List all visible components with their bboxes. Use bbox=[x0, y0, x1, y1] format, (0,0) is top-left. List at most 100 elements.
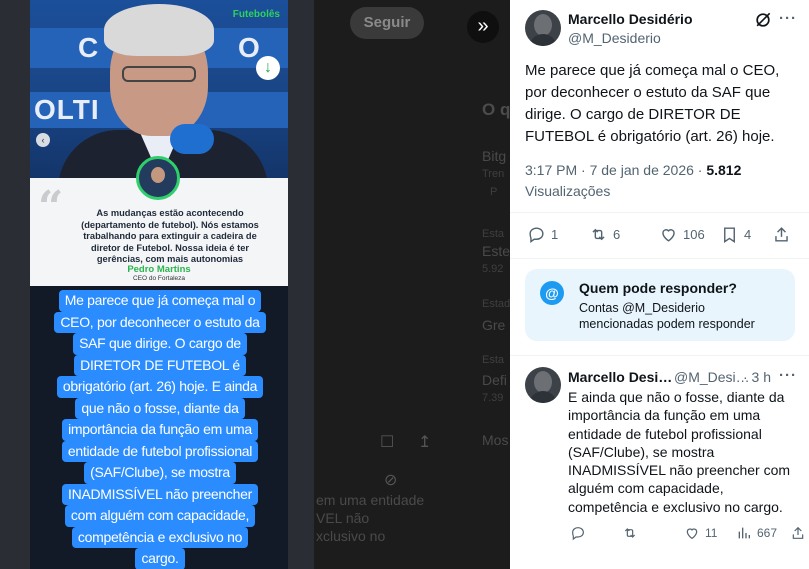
tweet-panel: Marcello Desidério @M_Desiderio ··· Me p… bbox=[510, 0, 809, 569]
quoted-person-avatar bbox=[136, 156, 180, 200]
background-page: Seguir O q Bitg Tren P Esta Este 5.92 Es… bbox=[314, 0, 510, 569]
bg-fragment: xclusivo no bbox=[316, 528, 386, 544]
bg-fragment: Este bbox=[482, 243, 510, 259]
story-text-line: importância da função em uma bbox=[62, 419, 258, 441]
divider bbox=[510, 258, 809, 259]
story-text-line: Me parece que já começa mal o bbox=[58, 290, 262, 312]
bookmark-icon bbox=[724, 227, 735, 243]
mention-icon: @ bbox=[540, 281, 564, 305]
bg-fragment: 7.39 bbox=[482, 392, 504, 404]
bg-fragment: Estadi bbox=[482, 298, 510, 310]
bg-fragment: em uma entidade bbox=[316, 492, 425, 508]
reply-actions: 11 667 bbox=[568, 525, 804, 545]
like-button[interactable]: 11 bbox=[684, 525, 717, 541]
reply-restriction-description: Contas @M_Desiderio mencionadas podem re… bbox=[579, 301, 755, 331]
reply-age[interactable]: · 3 h bbox=[743, 369, 771, 385]
share-button[interactable] bbox=[790, 525, 806, 541]
reply-icon bbox=[572, 527, 584, 541]
reply-author-handle[interactable]: @M_Desi… bbox=[674, 369, 750, 385]
heart-icon bbox=[662, 229, 675, 242]
bg-fragment: P bbox=[490, 186, 498, 198]
reply-button[interactable]: 1 bbox=[527, 225, 558, 244]
story-text-line: CEO, por deconhecer o estuto da bbox=[54, 311, 266, 333]
quote-card: “ As mudanças estão acontecendo (departa… bbox=[30, 156, 288, 286]
author-handle[interactable]: @M_Desiderio bbox=[568, 30, 661, 46]
bookmark-button[interactable]: 4 bbox=[720, 225, 751, 244]
share-icon bbox=[775, 227, 788, 242]
analytics-icon bbox=[738, 527, 750, 539]
bookmark-icon: ☐ bbox=[380, 434, 395, 451]
reply-author-name[interactable]: Marcello Desi… bbox=[568, 369, 672, 385]
bg-fragment: Defi bbox=[482, 372, 507, 388]
story-text-line: (SAF/Clube), se mostra bbox=[84, 462, 236, 484]
story-text-line: DIRETOR DE FUTEBOL é bbox=[74, 354, 246, 376]
like-button[interactable]: 106 bbox=[659, 225, 705, 244]
bookmark-count: 4 bbox=[744, 227, 752, 242]
bg-fragment: Tren bbox=[482, 168, 505, 180]
reply-restriction-title: Quem pode responder? bbox=[579, 280, 737, 296]
views-count: 667 bbox=[757, 526, 778, 540]
like-count: 11 bbox=[705, 526, 718, 540]
bg-fragment: Bitg bbox=[482, 148, 507, 164]
quote-text: As mudanças estão acontecendo (departame… bbox=[81, 208, 259, 264]
bg-fragment: Esta bbox=[482, 354, 505, 366]
repost-count: 6 bbox=[613, 227, 621, 242]
story-text-line: que não o fosse, diante da bbox=[75, 397, 245, 419]
press-conference-photo: C O OLTI Futebolês ↓ ‹ bbox=[30, 0, 288, 178]
bg-fragment: Mos bbox=[482, 432, 509, 448]
tweet-text: Me parece que já começa mal o CEO, por d… bbox=[525, 62, 780, 145]
reply-text: E ainda que não o fosse, diante da impor… bbox=[568, 389, 791, 515]
divider bbox=[510, 212, 809, 213]
quote-role: CEO do Fortaleza bbox=[132, 275, 186, 282]
views-button[interactable]: 667 bbox=[736, 525, 777, 541]
quote-name: Pedro Martins bbox=[127, 264, 191, 275]
repost-button[interactable]: 6 bbox=[589, 225, 620, 244]
bg-fragment: Gre bbox=[482, 317, 506, 333]
story-text-line: entidade de futebol profissional bbox=[61, 440, 259, 462]
reply-restriction-notice: @ Quem pode responder? Contas @M_Desider… bbox=[525, 269, 795, 341]
tweet-meta: 3:17 PM · 7 de jan de 2026 · 5.812 Visua… bbox=[525, 160, 795, 202]
repost-icon bbox=[624, 528, 636, 538]
author-name[interactable]: Marcello Desidério bbox=[568, 11, 693, 27]
author-avatar[interactable] bbox=[525, 10, 561, 46]
tweet-actions: 1 6 106 4 bbox=[525, 225, 795, 249]
follow-button[interactable]: Seguir bbox=[350, 7, 424, 39]
more-options-icon[interactable]: ··· bbox=[779, 10, 797, 27]
story-text-line: INADMISSÍVEL não preencher bbox=[62, 483, 258, 505]
tweet-timestamp[interactable]: 3:17 PM · 7 de jan de 2026 · bbox=[525, 162, 706, 178]
grok-icon: ⊘ bbox=[384, 472, 398, 489]
bg-fragment: VEL não bbox=[316, 510, 370, 526]
story-text-line: competência e exclusivo no bbox=[71, 526, 249, 548]
expand-panel-button[interactable]: » bbox=[467, 11, 499, 43]
media-viewer: C O OLTI Futebolês ↓ ‹ “ As mudanças est… bbox=[0, 0, 314, 569]
microphone bbox=[170, 124, 214, 154]
previous-icon[interactable]: ‹ bbox=[36, 133, 50, 147]
story-text-line: SAF que dirige. O cargo de bbox=[73, 333, 247, 355]
story-text-area: Me parece que já começa mal o CEO, por de… bbox=[30, 286, 288, 569]
share-icon bbox=[792, 526, 804, 539]
bg-fragment: Esta bbox=[482, 228, 505, 240]
views-count: 5.812 bbox=[706, 162, 742, 178]
grok-icon[interactable] bbox=[753, 10, 773, 30]
bg-fragment: 5.92 bbox=[482, 263, 504, 275]
views-label: Visualizações bbox=[525, 183, 611, 199]
story-text-bubble: Me parece que já começa mal o CEO, por de… bbox=[52, 290, 268, 569]
more-options-icon[interactable]: ··· bbox=[779, 367, 797, 384]
story-text-line: obrigatório (art. 26) hoje. E ainda bbox=[56, 376, 264, 398]
share-icon: ↥ bbox=[418, 434, 432, 451]
divider bbox=[510, 355, 809, 356]
download-arrow-icon: ↓ bbox=[256, 56, 280, 80]
reply-author-avatar[interactable] bbox=[525, 367, 561, 403]
story-text-line: cargo. bbox=[135, 548, 185, 569]
brand-logo: Futebolês bbox=[232, 9, 280, 20]
quote-mark-icon: “ bbox=[38, 182, 64, 233]
story-text-line: com alguém com capacidade, bbox=[64, 505, 256, 527]
share-button[interactable] bbox=[772, 225, 791, 244]
reply-count: 1 bbox=[551, 227, 559, 242]
like-count: 106 bbox=[683, 227, 705, 242]
heart-icon bbox=[686, 528, 698, 540]
repost-button[interactable] bbox=[622, 525, 643, 541]
reply-button[interactable] bbox=[570, 525, 591, 541]
repost-icon bbox=[592, 228, 605, 241]
bg-fragment: O q bbox=[482, 100, 510, 119]
